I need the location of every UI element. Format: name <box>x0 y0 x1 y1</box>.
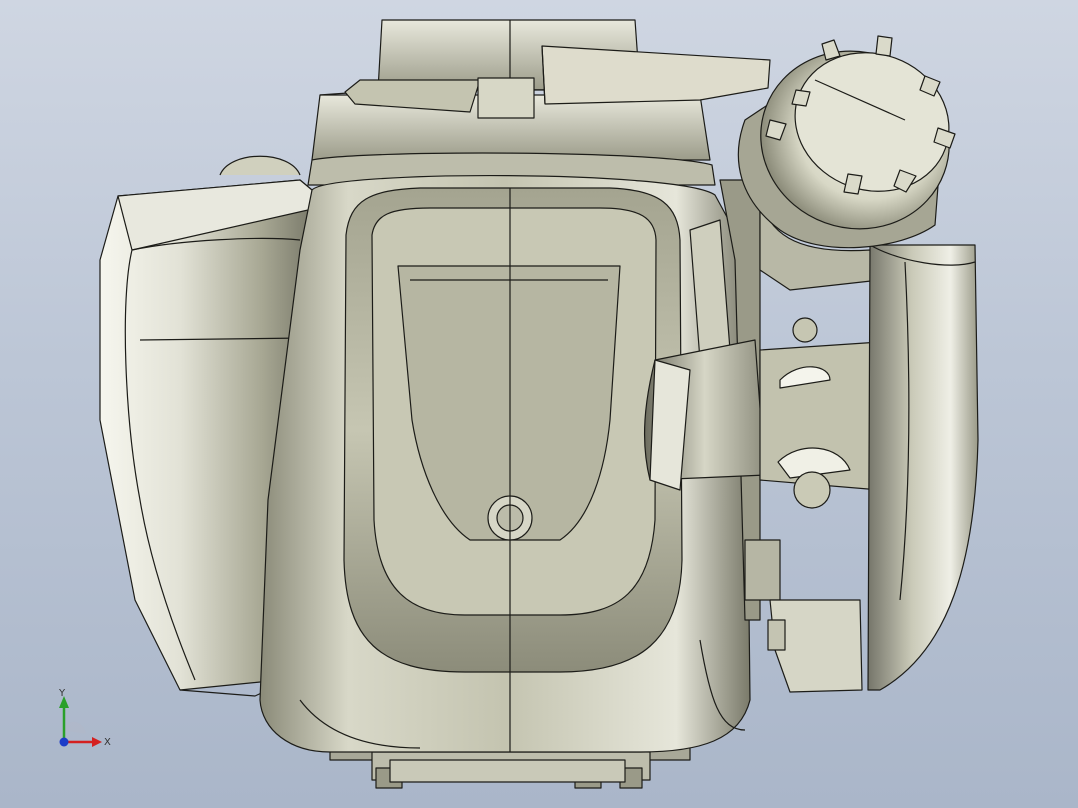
top-housing <box>307 19 771 186</box>
y-axis-label: Y <box>58 688 66 699</box>
graphics-viewport[interactable]: Y X <box>0 0 1078 808</box>
x-axis-arrowhead <box>92 737 102 747</box>
coordinate-triad: Y X <box>58 688 111 748</box>
fuel-cap <box>737 35 956 249</box>
z-axis-dot <box>59 737 69 747</box>
engine-model[interactable] <box>0 0 1078 808</box>
right-shroud <box>867 244 979 691</box>
triad-plane-icon <box>62 721 86 734</box>
x-axis-label: X <box>104 737 111 748</box>
